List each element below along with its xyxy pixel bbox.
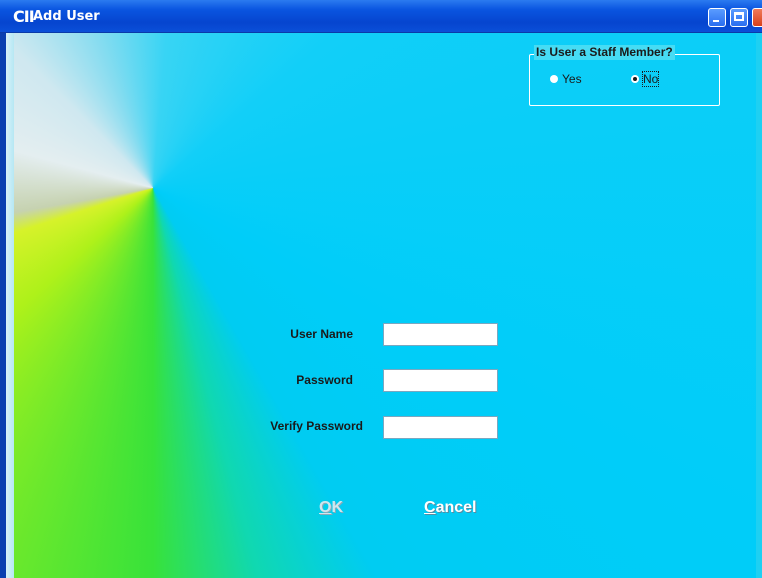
ok-mnemonic: O	[319, 499, 332, 516]
username-input[interactable]	[383, 323, 498, 346]
radio-yes-indicator[interactable]	[550, 75, 558, 83]
password-input[interactable]	[383, 369, 498, 392]
add-user-window: CII Add User Is User a Staff Member? Yes…	[0, 0, 762, 578]
window-title: Add User	[33, 9, 100, 24]
verify-password-label: Verify Password	[270, 419, 363, 433]
minimize-button[interactable]	[708, 8, 726, 27]
ok-button[interactable]: OK	[319, 499, 343, 517]
radio-yes-label: Yes	[562, 72, 582, 86]
close-button[interactable]	[752, 8, 762, 27]
ok-label-rest: K	[331, 499, 344, 516]
radio-yes[interactable]: Yes	[550, 72, 582, 86]
staff-member-legend: Is User a Staff Member?	[534, 45, 675, 60]
window-left-border	[0, 33, 14, 578]
maximize-button[interactable]	[730, 8, 748, 27]
cancel-button[interactable]: Cancel	[424, 499, 476, 517]
window-right-border	[756, 33, 762, 578]
cancel-label-rest: ancel	[435, 499, 477, 516]
cancel-mnemonic: C	[424, 499, 436, 516]
radio-no[interactable]: No	[631, 71, 660, 87]
verify-password-input[interactable]	[383, 416, 498, 439]
password-label: Password	[296, 373, 353, 387]
radio-no-label: No	[641, 71, 660, 87]
radio-no-indicator[interactable]	[631, 75, 639, 83]
username-label: User Name	[290, 327, 353, 341]
app-logo-icon: CII	[13, 7, 35, 26]
client-area	[0, 33, 762, 578]
title-bar[interactable]: CII Add User	[0, 0, 762, 33]
